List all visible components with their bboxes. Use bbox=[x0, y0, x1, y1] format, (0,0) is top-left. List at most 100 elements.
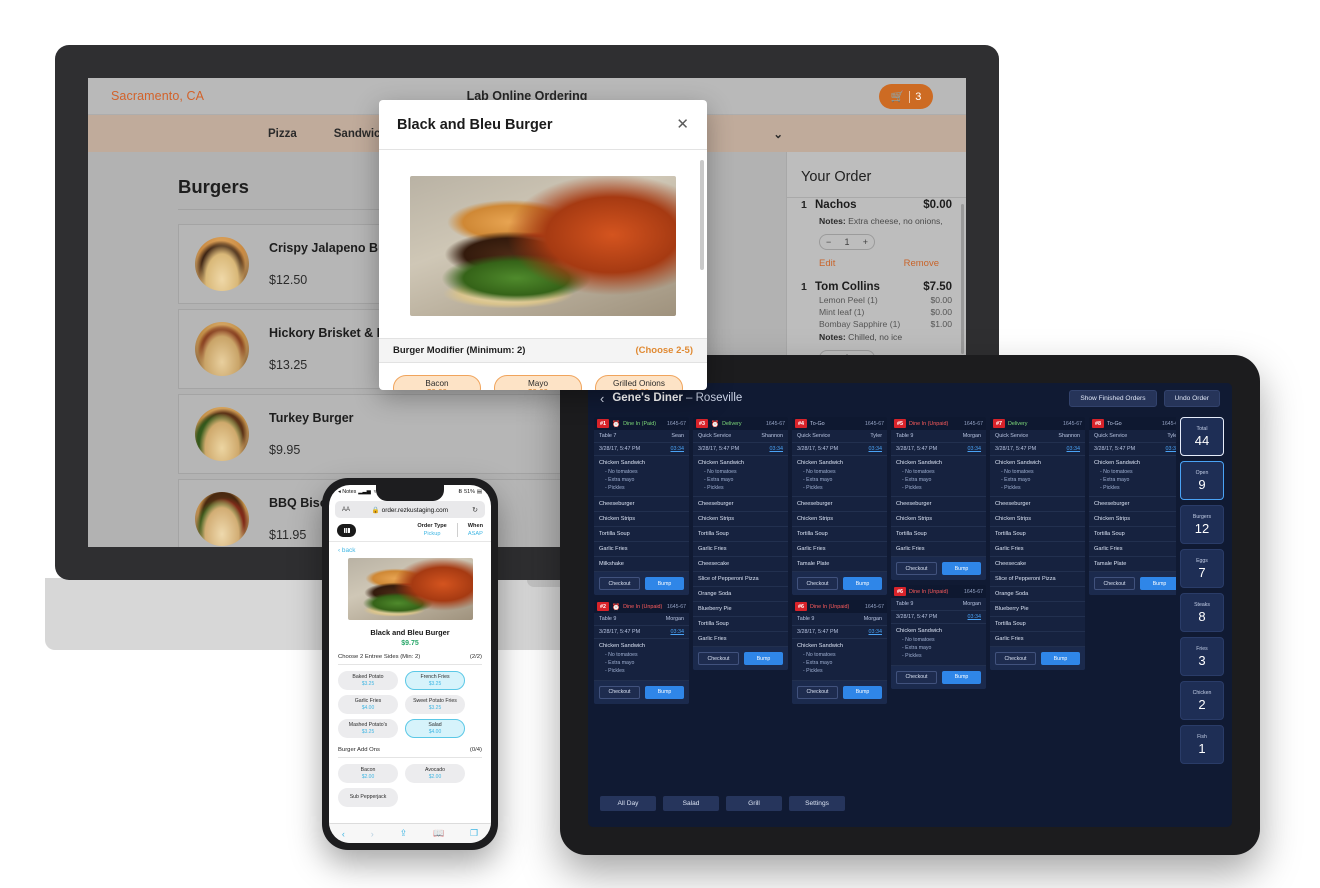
order-ticket[interactable]: #6 Dine In (Unpaid) 1645-67 Table 9 Morgan 3/… bbox=[891, 585, 986, 689]
footer-button-salad[interactable]: Salad bbox=[663, 795, 719, 811]
checkout-button[interactable]: Checkout bbox=[896, 670, 937, 684]
nav-item-pizza[interactable]: Pizza bbox=[268, 128, 297, 140]
option-price: $0.00 bbox=[427, 388, 447, 390]
option-avocado[interactable]: Avocado $2.00 bbox=[405, 764, 465, 783]
stat-burgers[interactable]: Burgers 12 bbox=[1180, 505, 1224, 544]
checkout-button[interactable]: Checkout bbox=[797, 685, 838, 699]
option-french-fries[interactable]: French Fries $3.25 bbox=[405, 671, 465, 690]
stat-open[interactable]: Open 9 bbox=[1180, 461, 1224, 500]
order-ticket[interactable]: #2 ⏰ Dine In (Unpaid) 1645-67 Table 9 Morgan 3… bbox=[594, 600, 689, 704]
stat-fish[interactable]: Fish 1 bbox=[1180, 725, 1224, 764]
stepper-minus[interactable]: − bbox=[826, 237, 831, 247]
nav-back-icon[interactable]: ‹ bbox=[342, 829, 345, 839]
option-salad[interactable]: Salad $4.00 bbox=[405, 719, 465, 738]
order-ticket[interactable]: #6 Dine In (Unpaid) 1645-67 Table 9 Morgan 3/… bbox=[792, 600, 887, 704]
bump-button[interactable]: Bump bbox=[843, 577, 882, 591]
ticket-timer[interactable]: 03:34 bbox=[968, 446, 982, 452]
ticket-type: Delivery bbox=[722, 420, 742, 427]
order-ticket[interactable]: #8To-Go 1645-67 Quick Service Tyler 3/28/17,… bbox=[1089, 417, 1177, 596]
order-ticket[interactable]: #7 Delivery 1645-67 Quick Service Shannon 3/2… bbox=[990, 417, 1085, 671]
ticket-timer[interactable]: 03:34 bbox=[1067, 446, 1081, 452]
bump-button[interactable]: Bump bbox=[645, 577, 684, 591]
ticket-modifier: - Extra mayo bbox=[1100, 476, 1130, 483]
kds-column: #5 Dine In (Unpaid) 1645-67 Table 9 Morgan 3/… bbox=[891, 417, 986, 783]
checkout-button[interactable]: Checkout bbox=[599, 685, 640, 699]
share-icon[interactable]: ⇪ bbox=[400, 828, 408, 839]
bookmarks-icon[interactable]: 📖 bbox=[433, 828, 444, 839]
bump-button[interactable]: Bump bbox=[1140, 577, 1176, 591]
chevron-down-icon[interactable]: ⌄ bbox=[773, 127, 783, 141]
bump-button[interactable]: Bump bbox=[645, 685, 684, 699]
order-ticket[interactable]: #4 To-Go 1645-67 Quick Service Tyler 3/28/17,… bbox=[792, 417, 887, 596]
checkout-button[interactable]: Checkout bbox=[995, 652, 1036, 666]
option-baked-potato[interactable]: Baked Potato $3.25 bbox=[338, 671, 398, 690]
ticket-timer[interactable]: 03:34 bbox=[1166, 446, 1177, 452]
checkout-button[interactable]: Checkout bbox=[698, 652, 739, 666]
show-finished-orders-button[interactable]: Show Finished Orders bbox=[1069, 389, 1157, 407]
edit-link[interactable]: Edit bbox=[819, 258, 835, 269]
order-modifier-row: Mint leaf (1) $0.00 bbox=[819, 307, 952, 317]
checkout-button[interactable]: Checkout bbox=[896, 562, 937, 576]
menu-icon[interactable] bbox=[337, 523, 356, 537]
quantity-stepper[interactable]: − 1 + bbox=[819, 234, 875, 250]
order-ticket[interactable]: #3 ⏰ Delivery 1645-67 Quick Service Shannon 3/… bbox=[693, 417, 788, 671]
order-ticket[interactable]: #1 ⏰ Dine In (Paid) 1645-67 Table 7 Sean 3/28/… bbox=[594, 417, 689, 596]
stepper-plus[interactable]: + bbox=[863, 237, 868, 247]
footer-button-grill[interactable]: Grill bbox=[726, 795, 782, 811]
ticket-item: Tortilla Soup bbox=[990, 527, 1085, 543]
browser-address-bar[interactable]: AA 🔒 order.rezkustaging.com ↻ bbox=[335, 501, 485, 518]
order-type-label: Order Type bbox=[417, 523, 447, 529]
order-when-block[interactable]: When ASAP bbox=[468, 523, 483, 537]
ticket-timer[interactable]: 03:34 bbox=[869, 446, 883, 452]
remove-link[interactable]: Remove bbox=[904, 258, 939, 269]
bump-button[interactable]: Bump bbox=[942, 670, 981, 684]
modifier-option-mayo[interactable]: Mayo $0.00 bbox=[494, 375, 582, 390]
checkout-button[interactable]: Checkout bbox=[1094, 577, 1135, 591]
modifier-option-grilled-onions[interactable]: Grilled Onions $0.00 bbox=[595, 375, 683, 390]
ticket-date: 3/28/17, 5:47 PM bbox=[1094, 446, 1136, 452]
stat-eggs[interactable]: Eggs 7 bbox=[1180, 549, 1224, 588]
order-scrollbar[interactable] bbox=[961, 204, 964, 354]
option-sweet-potato-fries[interactable]: Sweet Potato Fries $3.25 bbox=[405, 695, 465, 714]
bump-button[interactable]: Bump bbox=[942, 562, 981, 576]
checkout-button[interactable]: Checkout bbox=[599, 577, 640, 591]
order-ticket[interactable]: #5 Dine In (Unpaid) 1645-67 Table 9 Morgan 3/… bbox=[891, 417, 986, 581]
bump-button[interactable]: Bump bbox=[843, 685, 882, 699]
ticket-modifiers: - No tomatoes - Extra mayo - Pickles bbox=[902, 637, 981, 660]
ticket-item: Blueberry Pie bbox=[693, 602, 788, 618]
stat-chicken[interactable]: Chicken 2 bbox=[1180, 681, 1224, 720]
modifier-option-bacon[interactable]: Bacon $0.00 bbox=[393, 375, 481, 390]
close-icon[interactable]: ✕ bbox=[676, 117, 689, 132]
bump-button[interactable]: Bump bbox=[744, 652, 783, 666]
ticket-time-row: 3/28/17, 5:47 PM 03:34 bbox=[792, 443, 887, 456]
bump-button[interactable]: Bump bbox=[1041, 652, 1080, 666]
option-sub-pepperjack[interactable]: Sub Pepperjack bbox=[338, 788, 398, 807]
ticket-timer[interactable]: 03:34 bbox=[770, 446, 784, 452]
stat-fries[interactable]: Fries 3 bbox=[1180, 637, 1224, 676]
ticket-place-row: Table 9 Morgan bbox=[891, 598, 986, 612]
option-garlic-fries[interactable]: Garlic Fries $4.00 bbox=[338, 695, 398, 714]
order-type-block[interactable]: Order Type Pickup bbox=[417, 523, 446, 537]
ticket-timer[interactable]: 03:34 bbox=[671, 446, 685, 452]
back-link[interactable]: ‹ back bbox=[329, 542, 491, 556]
stat-total[interactable]: Total 44 bbox=[1180, 417, 1224, 456]
nav-forward-icon[interactable]: › bbox=[371, 829, 374, 839]
ticket-time-row: 3/28/17, 5:47 PM 03:34 bbox=[891, 611, 986, 625]
stat-steaks[interactable]: Steaks 8 bbox=[1180, 593, 1224, 632]
footer-button-all-day[interactable]: All Day bbox=[600, 795, 656, 811]
option-bacon[interactable]: Bacon $2.00 bbox=[338, 764, 398, 783]
ticket-modifier: - Pickles bbox=[803, 667, 823, 674]
ticket-timer[interactable]: 03:34 bbox=[671, 629, 685, 635]
modifier-group-header: Burger Modifier (Minimum: 2) (Choose 2-5… bbox=[379, 338, 707, 363]
ticket-timer[interactable]: 03:34 bbox=[869, 629, 883, 635]
modal-header: Black and Bleu Burger ✕ bbox=[379, 100, 707, 150]
modal-scrollbar[interactable] bbox=[700, 160, 704, 270]
tabs-icon[interactable]: ❐ bbox=[470, 828, 478, 839]
undo-order-button[interactable]: Undo Order bbox=[1163, 389, 1220, 407]
checkout-button[interactable]: Checkout bbox=[797, 577, 838, 591]
cart-button[interactable]: 🛒 3 bbox=[879, 84, 933, 109]
footer-button-settings[interactable]: Settings bbox=[789, 795, 845, 811]
ticket-timer[interactable]: 03:34 bbox=[968, 614, 982, 620]
option-mashed-potatos[interactable]: Mashed Potato's $3.25 bbox=[338, 719, 398, 738]
chevron-left-icon[interactable]: ‹ bbox=[600, 391, 604, 406]
